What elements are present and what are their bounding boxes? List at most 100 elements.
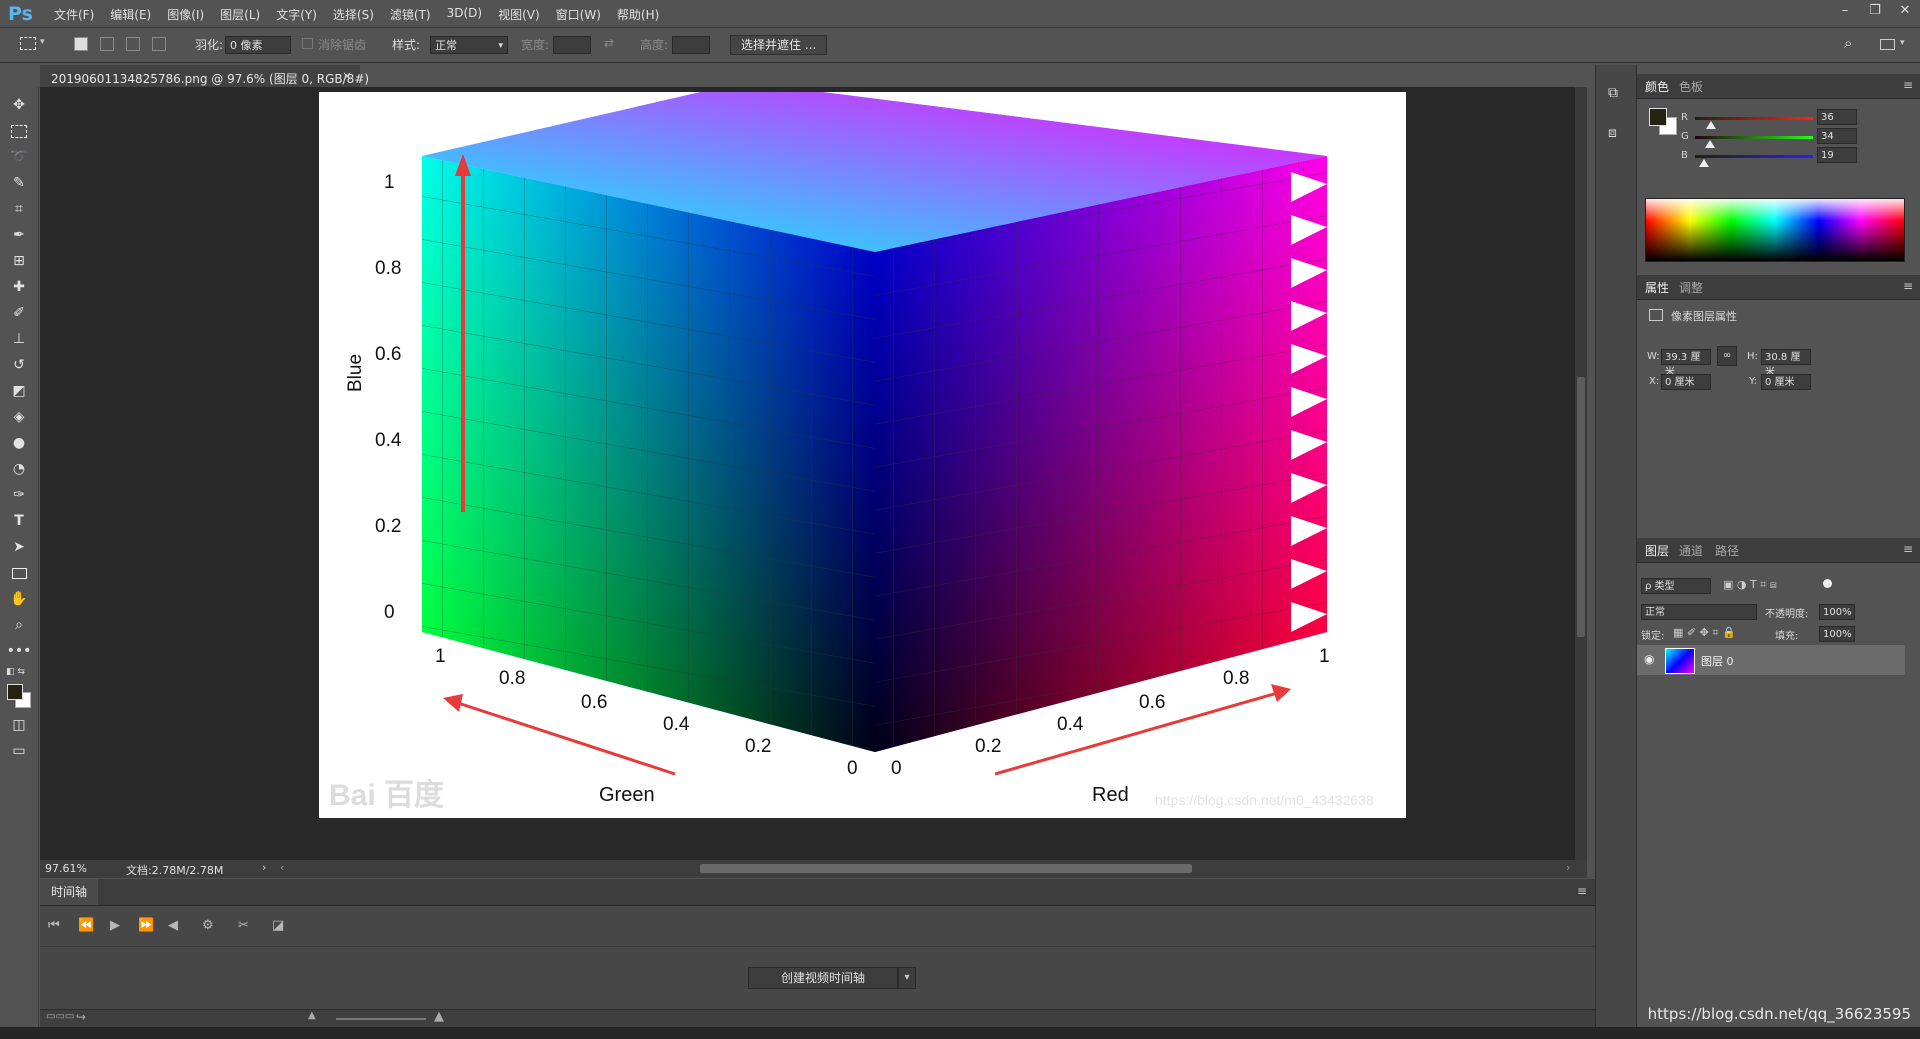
layer-filter-icons[interactable]: ▣ ◑ T ⌗ ⧈ bbox=[1723, 578, 1777, 592]
feather-input[interactable]: 0 像素 bbox=[225, 36, 291, 54]
horizontal-scroll-thumb[interactable] bbox=[700, 864, 1192, 873]
tab-layers[interactable]: 图层 bbox=[1645, 542, 1669, 559]
next-frame-icon[interactable]: ⏩ bbox=[138, 918, 154, 933]
menu-type[interactable]: 文字(Y) bbox=[268, 6, 325, 23]
search-icon[interactable]: ⌕ bbox=[1844, 34, 1852, 52]
lock-icons[interactable]: ▦ ✐ ✥ ⌗ 🔒 bbox=[1673, 626, 1736, 640]
zoom-tool-icon[interactable]: ⌕ bbox=[9, 615, 29, 635]
canvas-image[interactable]: Blue 1 0.8 0.6 0.4 0.2 0 1 0.8 0.6 0.4 0… bbox=[319, 92, 1406, 818]
chevron-down-icon[interactable]: ▾ bbox=[898, 967, 916, 989]
tab-properties[interactable]: 属性 bbox=[1645, 279, 1669, 296]
foreground-swatch[interactable] bbox=[1649, 108, 1667, 126]
foreground-color-swatch[interactable] bbox=[7, 684, 23, 700]
select-and-mask-button[interactable]: 选择并遮住 ... bbox=[730, 35, 828, 55]
intersect-selection-icon[interactable] bbox=[152, 37, 166, 51]
quick-mask-icon[interactable]: ◫ bbox=[9, 715, 29, 735]
prev-frame-icon[interactable]: ⏪ bbox=[78, 918, 94, 933]
r-slider-thumb[interactable] bbox=[1706, 121, 1716, 129]
menu-window[interactable]: 窗口(W) bbox=[548, 6, 609, 23]
menu-file[interactable]: 文件(F) bbox=[46, 6, 102, 23]
move-tool-icon[interactable]: ✥ bbox=[9, 95, 29, 115]
properties-panel-icon[interactable]: ⧈ bbox=[1608, 125, 1617, 141]
antialias-checkbox[interactable] bbox=[302, 38, 313, 49]
menu-help[interactable]: 帮助(H) bbox=[609, 6, 667, 23]
menu-view[interactable]: 视图(V) bbox=[490, 6, 548, 23]
dodge-tool-icon[interactable]: ◔ bbox=[9, 459, 29, 479]
b-slider[interactable] bbox=[1695, 155, 1813, 158]
history-brush-tool-icon[interactable]: ↺ bbox=[9, 355, 29, 375]
add-selection-icon[interactable] bbox=[100, 37, 114, 51]
play-icon[interactable]: ▶ bbox=[110, 918, 120, 933]
layer-filter-select[interactable]: ρ 类型 bbox=[1641, 578, 1711, 594]
vertical-scroll-thumb[interactable] bbox=[1577, 377, 1585, 637]
zoom-in-icon[interactable]: ▲ bbox=[434, 1009, 444, 1024]
blur-tool-icon[interactable]: ● bbox=[9, 433, 29, 453]
width-input[interactable] bbox=[553, 36, 591, 54]
transition-icon[interactable]: ◪ bbox=[272, 918, 284, 933]
eyedropper-tool-icon[interactable]: ✒ bbox=[9, 225, 29, 245]
filter-toggle-icon[interactable] bbox=[1823, 579, 1832, 588]
subtract-selection-icon[interactable] bbox=[126, 37, 140, 51]
frames-icon[interactable]: ▭▭▭ bbox=[46, 1011, 74, 1022]
document-tab[interactable]: 20190601134825786.png @ 97.6% (图层 0, RGB… bbox=[40, 64, 369, 89]
path-selection-tool-icon[interactable]: ➤ bbox=[9, 537, 29, 557]
y-input[interactable]: 0 厘米 bbox=[1761, 374, 1811, 390]
chevron-left-icon[interactable]: ‹ bbox=[280, 861, 284, 874]
menu-layer[interactable]: 图层(L) bbox=[212, 6, 268, 23]
pen-tool-icon[interactable]: ✑ bbox=[9, 485, 29, 505]
menu-edit[interactable]: 编辑(E) bbox=[102, 6, 159, 23]
quick-selection-tool-icon[interactable]: ✎ bbox=[9, 173, 29, 193]
render-icon[interactable]: ↪ bbox=[76, 1010, 86, 1024]
swap-icon[interactable]: ⇄ bbox=[604, 36, 614, 50]
frame-tool-icon[interactable]: ⊞ bbox=[9, 251, 29, 271]
healing-brush-tool-icon[interactable]: ✚ bbox=[9, 277, 29, 297]
hand-tool-icon[interactable]: ✋ bbox=[9, 589, 29, 609]
panel-menu-icon[interactable]: ≡ bbox=[1577, 884, 1587, 898]
menu-image[interactable]: 图像(I) bbox=[159, 6, 212, 23]
clone-stamp-tool-icon[interactable]: ⊥ bbox=[9, 329, 29, 349]
panel-menu-icon[interactable]: ≡ bbox=[1903, 542, 1913, 556]
tab-adjustments[interactable]: 调整 bbox=[1679, 279, 1703, 296]
tab-color[interactable]: 颜色 bbox=[1645, 78, 1669, 95]
tab-paths[interactable]: 路径 bbox=[1715, 542, 1739, 559]
new-selection-icon[interactable] bbox=[74, 37, 88, 51]
scissors-icon[interactable]: ✂ bbox=[238, 918, 249, 933]
r-slider[interactable] bbox=[1695, 117, 1813, 120]
lasso-tool-icon[interactable]: ➰ bbox=[9, 147, 29, 167]
marquee-tool-icon[interactable] bbox=[9, 121, 29, 141]
menu-filter[interactable]: 滤镜(T) bbox=[382, 6, 439, 23]
marquee-preset-icon[interactable] bbox=[20, 37, 36, 50]
chevron-right-icon[interactable]: › bbox=[1566, 861, 1570, 874]
crop-tool-icon[interactable]: ⌗ bbox=[9, 199, 29, 219]
blend-mode-select[interactable]: 正常 bbox=[1641, 604, 1757, 620]
audio-icon[interactable]: ◀ bbox=[168, 918, 178, 933]
close-window-button[interactable]: ✕ bbox=[1890, 0, 1920, 22]
chevron-right-icon[interactable]: › bbox=[262, 861, 266, 874]
opacity-input[interactable]: 100% bbox=[1819, 604, 1855, 620]
tab-swatches[interactable]: 色板 bbox=[1679, 78, 1703, 95]
screen-mode-icon[interactable]: ▭ bbox=[9, 741, 29, 761]
r-value[interactable]: 36 bbox=[1817, 109, 1857, 125]
create-video-timeline-button[interactable]: 创建视频时间轴 bbox=[748, 967, 898, 989]
first-frame-icon[interactable]: ⏮ bbox=[48, 918, 60, 933]
history-panel-icon[interactable]: ⧉ bbox=[1608, 85, 1618, 101]
tab-channels[interactable]: 通道 bbox=[1679, 542, 1703, 559]
fill-input[interactable]: 100% bbox=[1819, 626, 1855, 642]
workspace-icon[interactable] bbox=[1880, 39, 1895, 50]
panel-menu-icon[interactable]: ≡ bbox=[1903, 78, 1913, 92]
brush-tool-icon[interactable]: ✐ bbox=[9, 303, 29, 323]
zoom-out-icon[interactable]: ▲ bbox=[308, 1010, 316, 1021]
eye-icon[interactable]: ◉ bbox=[1644, 652, 1654, 666]
h-input[interactable]: 30.8 厘米 bbox=[1761, 349, 1811, 378]
vertical-scrollbar[interactable] bbox=[1575, 87, 1587, 860]
close-icon[interactable]: × bbox=[342, 69, 352, 83]
timeline-zoom-slider[interactable] bbox=[336, 1018, 426, 1020]
menu-select[interactable]: 选择(S) bbox=[325, 6, 382, 23]
type-tool-icon[interactable]: T bbox=[9, 511, 29, 531]
link-icon[interactable]: ∞ bbox=[1717, 346, 1737, 366]
b-slider-thumb[interactable] bbox=[1699, 159, 1709, 167]
style-select[interactable]: 正常 ▾ bbox=[430, 36, 508, 54]
more-tools-icon[interactable]: ••• bbox=[7, 641, 32, 661]
gear-icon[interactable]: ⚙ bbox=[202, 918, 214, 933]
zoom-level[interactable]: 97.61% bbox=[45, 862, 87, 875]
